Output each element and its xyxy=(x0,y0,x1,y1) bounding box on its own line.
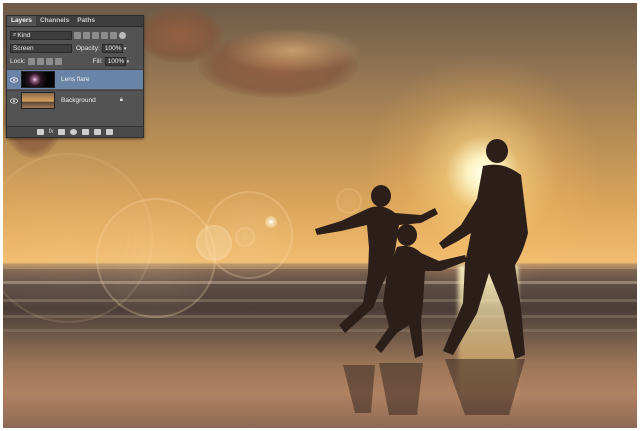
shape-filter-icon[interactable] xyxy=(101,32,108,39)
lock-transparent-icon[interactable] xyxy=(27,58,35,65)
panel-bottom-bar: fx xyxy=(7,126,143,137)
type-filter-icon[interactable] xyxy=(92,32,99,39)
opacity-input[interactable]: 100% xyxy=(101,44,123,53)
chevron-down-icon[interactable]: ▾ xyxy=(124,46,127,52)
blend-mode-select[interactable]: Screen xyxy=(10,44,72,53)
filter-kind-label: Kind xyxy=(17,32,31,39)
mask-icon[interactable] xyxy=(58,129,66,135)
search-icon: ⌕ xyxy=(13,32,17,38)
opacity-label: Opacity: xyxy=(76,45,100,52)
eye-icon[interactable] xyxy=(9,75,19,85)
lock-label: Lock: xyxy=(10,58,26,65)
lock-position-icon[interactable] xyxy=(45,58,53,65)
folder-icon[interactable] xyxy=(82,129,90,135)
adjustment-filter-icon[interactable] xyxy=(83,32,90,39)
layer-name[interactable]: Background xyxy=(61,97,96,104)
chevron-down-icon[interactable]: ▾ xyxy=(127,59,130,65)
smart-object-filter-icon[interactable] xyxy=(110,32,117,39)
fill-label: Fill: xyxy=(92,58,103,65)
adjustment-icon[interactable] xyxy=(70,129,78,135)
filter-toggle-icon[interactable] xyxy=(119,32,126,39)
trash-icon[interactable] xyxy=(106,129,114,135)
layer-name[interactable]: Lens flare xyxy=(61,76,90,83)
filter-kind-select[interactable]: ⌕ Kind xyxy=(10,31,72,40)
pixel-filter-icon[interactable] xyxy=(74,32,81,39)
layer-row-background[interactable]: Background 🔒︎ xyxy=(7,90,143,110)
fx-icon[interactable]: fx xyxy=(49,129,54,135)
lock-all-icon[interactable] xyxy=(54,58,62,65)
tab-channels[interactable]: Channels xyxy=(36,16,73,26)
lock-row: Lock: Fill: 100% ▾ xyxy=(7,56,143,67)
blend-row: Screen Opacity: 100% ▾ xyxy=(7,43,143,54)
lock-icon: 🔒︎ xyxy=(119,97,123,103)
panel-tabs: Layers Channels Paths xyxy=(7,16,143,27)
layer-thumbnail-lens-flare xyxy=(21,71,55,88)
layers-panel[interactable]: Layers Channels Paths ⌕ Kind Screen Opac… xyxy=(6,15,144,138)
eye-icon[interactable] xyxy=(9,96,19,106)
fill-input[interactable]: 100% xyxy=(104,57,126,66)
link-icon[interactable] xyxy=(36,129,44,135)
layer-row-lens-flare[interactable]: Lens flare xyxy=(7,69,143,89)
filter-row: ⌕ Kind xyxy=(7,30,143,41)
layer-thumbnail-background xyxy=(21,92,55,109)
new-layer-icon[interactable] xyxy=(94,129,102,135)
tab-layers[interactable]: Layers xyxy=(7,16,36,26)
lock-image-icon[interactable] xyxy=(36,58,44,65)
tab-paths[interactable]: Paths xyxy=(73,16,99,26)
